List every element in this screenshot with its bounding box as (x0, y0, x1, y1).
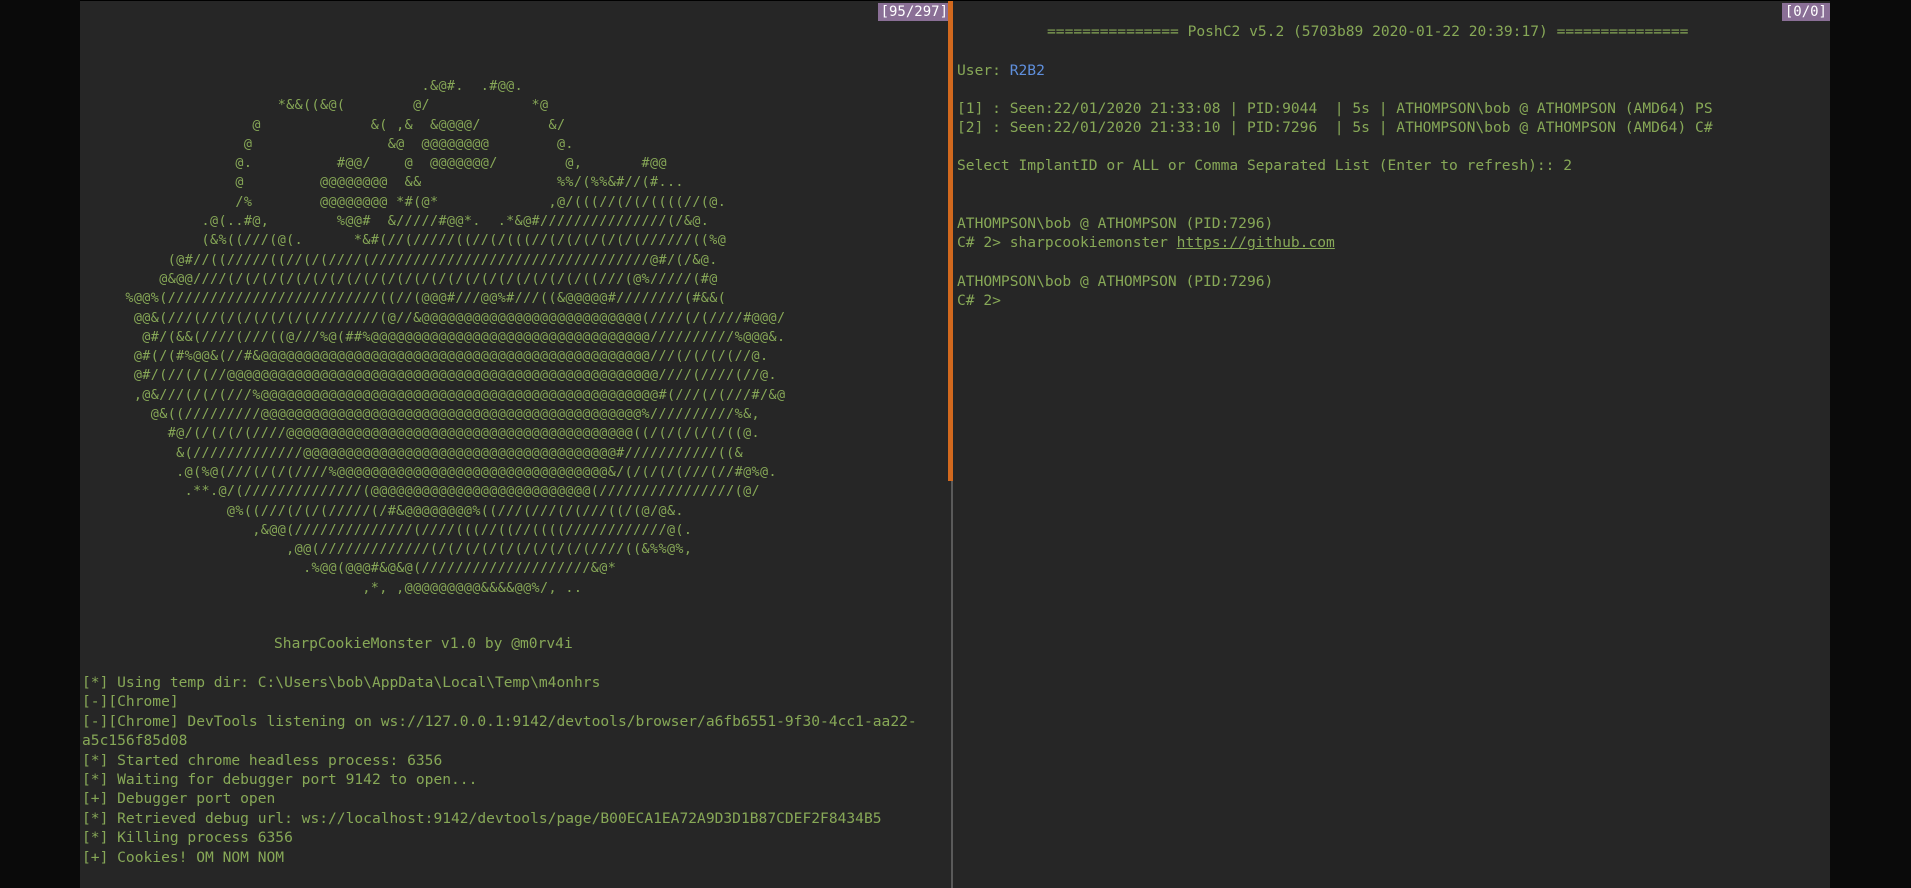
ascii-art-line: .@(%@(///(/(/(////%@@@@@@@@@@@@@@@@@@@@@… (100, 464, 777, 480)
ascii-art-line: @#/(//(/(//@@@@@@@@@@@@@@@@@@@@@@@@@@@@@… (100, 368, 777, 384)
ascii-art-line: (@#//((/////((//(/(////(////////////////… (100, 252, 718, 268)
ascii-art-line: .@(..#@, %@@# &/////#@@*. .*&@#/////////… (100, 214, 710, 230)
user-line: User: R2B2 (957, 61, 1045, 80)
log-line: [*] Waiting for debugger port 9142 to op… (82, 771, 478, 789)
output-log: [*] Using temp dir: C:\Users\bob\AppData… (82, 673, 917, 867)
ascii-art-line: %@@%(/////////////////////////((//(@@@#/… (100, 291, 727, 307)
ascii-art-line: ,*, ,@@@@@@@@@&&&&@@%/, .. (100, 580, 583, 596)
session-output-2: ATHOMPSON\bob @ ATHOMPSON (PID:7296) C# 2… (957, 272, 1273, 311)
left-terminal-pane[interactable]: [95/297] .&@#. .#@@. *&&((&@( @/ *@ @ &(… (80, 1, 951, 888)
implant-row[interactable]: [2] : Seen:22/01/2020 21:33:10 | PID:729… (957, 118, 1713, 137)
log-line: [+] Cookies! OM NOM NOM (82, 848, 285, 866)
ascii-art-line: *&&((&@( @/ *@ (100, 98, 549, 114)
ascii-art-line: @ &@ @@@@@@@@ @. (100, 136, 574, 152)
screen: [95/297] .&@#. .#@@. *&&((&@( @/ *@ @ &(… (0, 0, 1911, 888)
user-value: R2B2 (1009, 62, 1045, 79)
ascii-art-line: @@&(///(//(/(/(/(/(/(////////(@//&@@@@@@… (100, 310, 786, 326)
command-line: C# 2> sharpcookiemonster https://github.… (957, 233, 1335, 252)
right-terminal-pane[interactable]: [0/0] =============== PoshC2 v5.2 (5703b… (953, 1, 1830, 888)
session-output-1: ATHOMPSON\bob @ ATHOMPSON (PID:7296) C# 2… (957, 214, 1335, 253)
user-label: User: (957, 62, 1010, 79)
ascii-art-line: &(/////////////@@@@@@@@@@@@@@@@@@@@@@@@@… (100, 445, 744, 461)
ascii-art-line: @&@@////(/(/(/(/(/(/(/(/(/(/(/(/(/(/(/(/… (100, 271, 718, 287)
log-line: [-][Chrome] (82, 693, 179, 711)
log-line: [*] Using temp dir: C:\Users\bob\AppData… (82, 674, 601, 691)
ascii-art-line: @#(/(#%@@&(//#&@@@@@@@@@@@@@@@@@@@@@@@@@… (100, 349, 769, 365)
ascii-art-line: .**.@/(//////////////(@@@@@@@@@@@@@@@@@@… (100, 484, 761, 500)
right-margin (1830, 0, 1911, 888)
ascii-art-line: @%((///(/(/(/////(/#&@@@@@@@@%((///(///(… (100, 503, 684, 519)
github-link[interactable]: https://github.com (1177, 234, 1335, 251)
ascii-art-line: /% @@@@@@@@ *#(@* ,@/(((//(/(/((((//(@. (100, 194, 727, 210)
posh-header: =============== PoshC2 v5.2 (5703b89 202… (1047, 23, 1689, 40)
ascii-art-line: ,@@(/////////////(/(/(/(/(/(/(/(/(/(////… (100, 542, 693, 558)
ascii-art-line: .%@@(@@@#&@&@(////////////////////&@* (100, 561, 617, 577)
ascii-art-line: ,&@@(//////////////(////(((//((//((((///… (100, 522, 693, 538)
ascii-art-line: @ @@@@@@@@ && %%/(%%&#//(#... (100, 175, 684, 191)
log-line: [*] Started chrome headless process: 635… (82, 751, 443, 769)
ascii-art-line: @&((/////////@@@@@@@@@@@@@@@@@@@@@@@@@@@… (100, 407, 761, 423)
log-line: [*] Retrieved debug url: ws://localhost:… (82, 809, 882, 827)
tool-banner: SharpCookieMonster v1.0 by @m0rv4i (274, 635, 573, 652)
ascii-art-line: ,@&///(/(/(///%@@@@@@@@@@@@@@@@@@@@@@@@@… (100, 387, 786, 403)
ascii-art-line: @. #@@/ @ @@@@@@@/ @, #@@ (100, 156, 667, 172)
log-line: a5c156f85d08 (82, 732, 188, 750)
ascii-art-line: @#/(&&(////(///((@///%@(##%@@@@@@@@@@@@@… (100, 329, 786, 345)
log-line: [*] Killing process 6356 (82, 829, 293, 847)
implant-row[interactable]: [1] : Seen:22/01/2020 21:33:08 | PID:904… (957, 99, 1713, 118)
command-input-prompt[interactable]: C# 2> (957, 291, 1273, 310)
session-header: ATHOMPSON\bob @ ATHOMPSON (PID:7296) (957, 273, 1274, 290)
ascii-art-line: #@/(/(/(/(////@@@@@@@@@@@@@@@@@@@@@@@@@@… (100, 426, 761, 442)
session-header: ATHOMPSON\bob @ ATHOMPSON (PID:7296) (957, 215, 1274, 232)
implant-list: [1] : Seen:22/01/2020 21:33:08 | PID:904… (957, 99, 1713, 138)
ascii-art-line: @ &( ,& &@@@@/ &/ (100, 117, 566, 133)
select-implant-prompt: Select ImplantID or ALL or Comma Separat… (957, 157, 1573, 174)
log-line: [-][Chrome] DevTools listening on ws://1… (82, 712, 917, 730)
cookie-monster-ascii-art: .&@#. .#@@. *&&((&@( @/ *@ @ &( ,& &@@@@… (100, 77, 785, 598)
ascii-art-line: .&@#. .#@@. (100, 79, 524, 94)
left-margin (0, 0, 80, 888)
scroll-position-indicator: [0/0] (1781, 3, 1830, 21)
command-prompt: C# 2> sharpcookiemonster (957, 234, 1177, 252)
scroll-position-indicator: [95/297] (877, 3, 951, 21)
log-line: [+] Debugger port open (82, 790, 276, 808)
ascii-art-line: (&%((///(@(. *&#(//(/////((//(/(((//(/(/… (100, 233, 727, 249)
